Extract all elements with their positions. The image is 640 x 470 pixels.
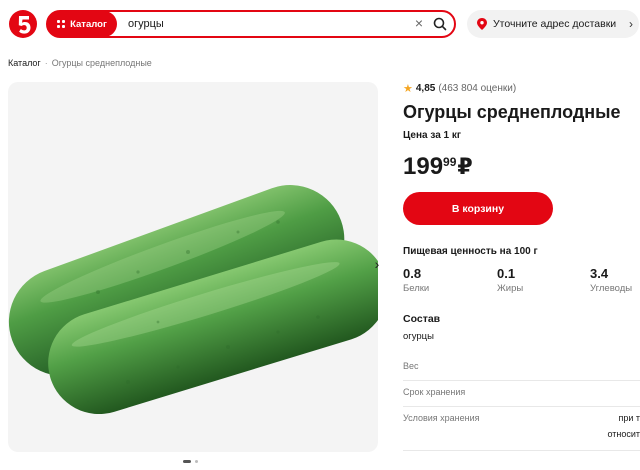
attribute-value: при т — [618, 413, 640, 423]
price-unit-label: Цена за 1 кг — [403, 130, 462, 141]
attribute-row-shelf-life: Срок хранения — [403, 387, 640, 407]
nutrition-item-fats: 0.1 Жиры — [497, 266, 523, 294]
pyaterochka-logo[interactable] — [8, 9, 38, 39]
attribute-label: Вес — [403, 361, 419, 371]
chevron-right-icon: › — [629, 17, 633, 31]
breadcrumb-catalog-link[interactable]: Каталог — [8, 58, 41, 68]
catalog-button[interactable]: Каталог — [47, 11, 117, 37]
product-rating: ★ 4,85 (463 804 оценки) — [403, 82, 516, 95]
delivery-address-label: Уточните адрес доставки — [493, 18, 617, 30]
breadcrumb-current: Огурцы среднеплодные — [51, 58, 152, 68]
nutrition-value: 3.4 — [590, 266, 609, 281]
attribute-value-line2: относит — [607, 429, 640, 439]
nutrition-item-carbs: 3.4 Углеводы — [590, 266, 632, 294]
add-to-cart-button[interactable]: В корзину — [403, 192, 553, 225]
attribute-label: Срок хранения — [403, 387, 466, 397]
grid-icon — [57, 20, 66, 28]
nutrition-value: 0.1 — [497, 266, 516, 281]
currency-symbol: ₽ — [457, 154, 473, 179]
search-input[interactable]: огурцы — [128, 18, 164, 30]
nutrition-label: Жиры — [497, 283, 524, 294]
gallery-dot[interactable] — [183, 460, 191, 463]
search-icon[interactable] — [432, 16, 448, 32]
composition-value: огурцы — [403, 331, 434, 342]
product-title: Огурцы среднеплодные — [403, 102, 621, 122]
nutrition-label: Углеводы — [590, 283, 633, 294]
attribute-label: Условия хранения — [403, 413, 480, 423]
product-image — [8, 82, 378, 452]
product-price: 199 99 ₽ — [403, 153, 473, 181]
location-pin-icon — [477, 18, 487, 30]
nutrition-item-proteins: 0.8 Белки — [403, 266, 429, 294]
nutrition-value: 0.8 — [403, 266, 422, 281]
breadcrumb-separator: · — [44, 58, 48, 68]
attribute-row-weight: Вес — [403, 361, 640, 381]
gallery-next-arrow[interactable]: › — [369, 256, 385, 272]
rating-value: 4,85 — [415, 83, 436, 94]
price-kopecks: 99 — [443, 155, 457, 169]
search-bar: Каталог огурцы × — [46, 10, 456, 38]
star-icon: ★ — [403, 83, 413, 95]
cucumber-image — [8, 185, 378, 415]
composition-title: Состав — [403, 313, 441, 325]
delivery-address-button[interactable]: Уточните адрес доставки › — [467, 10, 639, 38]
clear-icon[interactable]: × — [412, 16, 426, 30]
gallery-pagination — [183, 460, 198, 463]
breadcrumb: Каталог · Огурцы среднеплодные — [8, 58, 152, 68]
attribute-row-storage: Условия хранения при т относит — [403, 413, 640, 451]
catalog-button-label: Каталог — [70, 18, 107, 30]
rating-count[interactable]: (463 804 оценки) — [438, 83, 516, 94]
nutrition-title: Пищевая ценность на 100 г — [403, 246, 538, 257]
nutrition-label: Белки — [403, 283, 430, 294]
gallery-dot[interactable] — [195, 460, 198, 463]
price-rubles: 199 — [403, 153, 444, 180]
